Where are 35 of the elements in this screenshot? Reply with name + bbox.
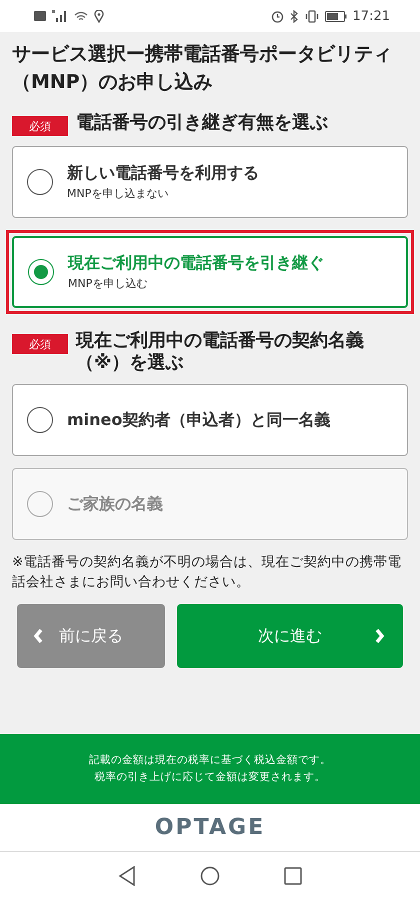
option-label: 新しい電話番号を利用する: [67, 163, 259, 184]
signal-icon: [52, 10, 68, 22]
option-label: mineo契約者（申込者）と同一名義: [67, 410, 330, 430]
option-label: 現在ご利用中の電話番号を引き継ぐ: [68, 253, 324, 274]
recents-nav-icon[interactable]: [284, 867, 302, 885]
battery-icon: [324, 10, 347, 22]
section-heading: 電話番号の引き継ぎ有無を選ぶ: [76, 112, 328, 134]
radio-dot: [34, 265, 48, 279]
back-nav-icon[interactable]: [118, 866, 136, 886]
option-sublabel: MNPを申し込まない: [67, 186, 170, 201]
radio-button[interactable]: [27, 407, 53, 433]
page-title: サービス選択ー携帯電話番号ポータビリティ（MNP）のお申し込み: [12, 42, 393, 95]
chevron-left-icon: [33, 628, 43, 644]
wifi-icon: [74, 10, 88, 22]
vibrate-icon: [304, 10, 319, 22]
radio-button[interactable]: [28, 259, 54, 285]
required-badge: 必須: [12, 116, 68, 136]
option-label: ご家族の名義: [67, 494, 163, 514]
radio-option[interactable]: mineo契約者（申込者）と同一名義: [12, 384, 408, 456]
alarm-icon: [270, 10, 284, 22]
radio-button[interactable]: [27, 169, 53, 195]
tax-notice: 記載の金額は現在の税率に基づく税込金額です。 税率の引き上げに応じて金額は変更されます。: [0, 734, 420, 804]
next-button[interactable]: 次に進む: [177, 604, 403, 668]
home-nav-icon[interactable]: [200, 866, 220, 886]
location-icon: [94, 10, 104, 22]
status-time: 17:21: [352, 8, 390, 24]
required-badge: 必須: [12, 334, 68, 354]
logo: OPTAGE: [154, 815, 266, 840]
section-heading: 現在ご利用中の電話番号の契約名義（※）を選ぶ: [76, 330, 365, 374]
bluetooth-icon: [290, 10, 299, 22]
radio-option[interactable]: 現在ご利用中の電話番号を引き継ぐ MNPを申し込む: [12, 236, 408, 308]
option-sublabel: MNPを申し込む: [68, 276, 148, 291]
radio-option[interactable]: 新しい電話番号を利用する MNPを申し込まない: [12, 146, 408, 218]
chevron-right-icon: [375, 628, 385, 644]
note-text: ※電話番号の契約名義が不明の場合は、現在ご契約中の携帯電話会社さまにお問い合わせください。: [12, 553, 402, 592]
